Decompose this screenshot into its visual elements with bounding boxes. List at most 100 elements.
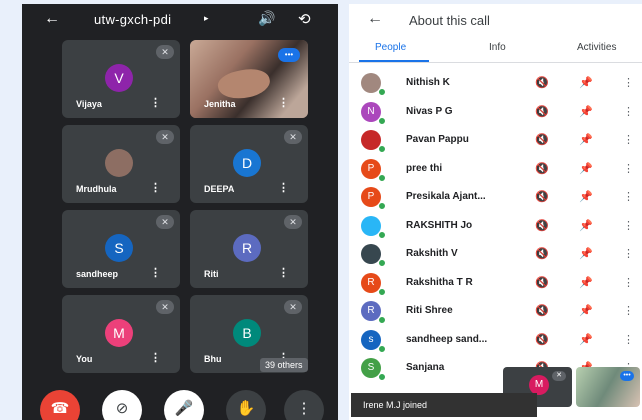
more-vert-icon[interactable]: ⋮ bbox=[150, 351, 161, 364]
more-vert-icon[interactable]: ⋮ bbox=[623, 190, 634, 203]
mic-off-icon: ✕ bbox=[284, 215, 302, 229]
camera-toggle-button[interactable]: ⊘ bbox=[102, 390, 142, 420]
more-vert-icon[interactable]: ⋮ bbox=[623, 133, 634, 146]
more-options-button[interactable]: ⋮ bbox=[284, 390, 324, 420]
mic-off-icon[interactable]: 🔇 bbox=[535, 247, 549, 260]
switch-camera-icon[interactable]: ⟲ bbox=[298, 10, 311, 28]
participant-name: Mrudhula bbox=[76, 184, 117, 194]
more-vert-icon[interactable]: ⋮ bbox=[623, 105, 634, 118]
end-call-button[interactable]: ☎ bbox=[40, 390, 80, 420]
participant-row[interactable]: Pavan Pappu 🔇 📌 ⋮ bbox=[349, 127, 642, 155]
raise-hand-button[interactable]: ✋ bbox=[226, 390, 266, 420]
more-vert-icon: ⋮ bbox=[296, 400, 312, 417]
more-vert-icon[interactable]: ⋮ bbox=[278, 266, 289, 279]
participant-name: Riti bbox=[204, 269, 219, 279]
tab-activities[interactable]: Activities bbox=[577, 42, 616, 53]
online-status-dot bbox=[378, 344, 386, 353]
pin-icon[interactable]: 📌 bbox=[579, 162, 593, 175]
tabs-divider bbox=[349, 62, 642, 63]
participant-name: Bhu bbox=[204, 354, 222, 364]
more-vert-icon[interactable]: ⋮ bbox=[623, 219, 634, 232]
pin-icon[interactable]: 📌 bbox=[579, 190, 593, 203]
participant-row[interactable]: N Nivas P G 🔇 📌 ⋮ bbox=[349, 99, 642, 127]
participant-row[interactable]: s sandheep sand... 🔇 📌 ⋮ bbox=[349, 327, 642, 355]
others-count-pill[interactable]: 39 others bbox=[260, 358, 308, 372]
online-status-dot bbox=[378, 287, 386, 296]
mic-off-icon[interactable]: 🔇 bbox=[535, 190, 549, 203]
more-vert-icon[interactable]: ⋮ bbox=[623, 333, 634, 346]
participant-tile[interactable]: ✕ R Riti ⋮ bbox=[190, 210, 308, 288]
participant-tile[interactable]: ✕ D DEEPA ⋮ bbox=[190, 125, 308, 203]
online-status-dot bbox=[378, 116, 386, 125]
more-vert-icon[interactable]: ⋮ bbox=[623, 304, 634, 317]
mic-off-icon: ✕ bbox=[156, 130, 174, 144]
pin-icon[interactable]: 📌 bbox=[579, 333, 593, 346]
participant-tile[interactable]: ✕ V Vijaya ⋮ bbox=[62, 40, 180, 118]
mic-off-icon: ✕ bbox=[284, 300, 302, 314]
participant-row[interactable]: R Riti Shree 🔇 📌 ⋮ bbox=[349, 298, 642, 326]
mic-off-icon[interactable]: 🔇 bbox=[535, 219, 549, 232]
mic-off-icon[interactable]: 🔇 bbox=[535, 162, 549, 175]
more-vert-icon[interactable]: ⋮ bbox=[150, 96, 161, 109]
self-view-tile[interactable]: ••• bbox=[576, 367, 640, 407]
mic-off-icon[interactable]: 🔇 bbox=[535, 76, 549, 89]
more-vert-icon[interactable]: ⋮ bbox=[623, 276, 634, 289]
mic-off-icon[interactable]: 🔇 bbox=[535, 133, 549, 146]
pin-icon[interactable]: 📌 bbox=[579, 304, 593, 317]
mic-off-icon[interactable]: 🔇 bbox=[535, 276, 549, 289]
online-status-dot bbox=[378, 202, 386, 210]
mic-toggle-button[interactable]: 🎤 bbox=[164, 390, 204, 420]
online-status-dot bbox=[378, 373, 386, 381]
pin-icon[interactable]: 📌 bbox=[579, 247, 593, 260]
avatar: M bbox=[529, 375, 549, 395]
mic-off-icon[interactable]: 🔇 bbox=[535, 105, 549, 118]
tab-people[interactable]: People bbox=[375, 42, 406, 53]
participant-name: RAKSHITH Jo bbox=[406, 219, 473, 231]
avatar: V bbox=[105, 64, 133, 92]
tab-info[interactable]: Info bbox=[489, 42, 506, 53]
mic-off-icon[interactable]: 🔇 bbox=[535, 333, 549, 346]
mic-off-icon: ✕ bbox=[156, 300, 174, 314]
mic-off-icon: ✕ bbox=[552, 371, 566, 381]
camera-off-icon: ⊘ bbox=[115, 400, 129, 417]
more-vert-icon[interactable]: ⋮ bbox=[623, 247, 634, 260]
participant-name: Vijaya bbox=[76, 99, 102, 109]
participant-row[interactable]: P Presikala Ajant... 🔇 📌 ⋮ bbox=[349, 184, 642, 212]
online-status-dot bbox=[378, 173, 386, 182]
participant-name: sandheep bbox=[76, 269, 119, 279]
participant-name: Jenitha bbox=[204, 99, 236, 109]
participant-row[interactable]: Rakshith V 🔇 📌 ⋮ bbox=[349, 241, 642, 269]
pin-icon[interactable]: 📌 bbox=[579, 219, 593, 232]
more-vert-icon[interactable]: ⋮ bbox=[623, 162, 634, 175]
participant-tile[interactable]: ✕ Ssandheep ⋮ bbox=[62, 210, 180, 288]
mic-off-icon[interactable]: 🔇 bbox=[535, 304, 549, 317]
more-vert-icon[interactable]: ⋮ bbox=[278, 181, 289, 194]
mic-off-icon: ✕ bbox=[156, 45, 174, 59]
pin-icon[interactable]: 📌 bbox=[579, 105, 593, 118]
pin-icon[interactable]: 📌 bbox=[579, 76, 593, 89]
more-vert-icon[interactable]: ⋮ bbox=[150, 266, 161, 279]
participant-row[interactable]: Nithish K 🔇 📌 ⋮ bbox=[349, 70, 642, 98]
speaker-icon[interactable]: 🔊 bbox=[258, 10, 275, 27]
participant-row[interactable]: R Rakshitha T R 🔇 📌 ⋮ bbox=[349, 270, 642, 298]
pin-icon[interactable]: 📌 bbox=[579, 133, 593, 146]
participant-name: You bbox=[76, 354, 93, 364]
back-arrow-icon[interactable]: ← bbox=[44, 10, 60, 28]
back-arrow-icon[interactable]: ← bbox=[367, 10, 383, 28]
meeting-code[interactable]: utw-gxch-pdi bbox=[94, 12, 171, 27]
online-status-dot bbox=[378, 145, 386, 153]
caret-right-icon[interactable]: ▸ bbox=[204, 13, 209, 24]
participant-row[interactable]: Ppree thi 🔇 📌 ⋮ bbox=[349, 156, 642, 184]
participant-tile[interactable]: ••• Jenitha ⋮ bbox=[190, 40, 308, 118]
participant-tile[interactable]: ✕ M You ⋮ bbox=[62, 295, 180, 373]
participant-tile[interactable]: ✕ Mrudhula ⋮ bbox=[62, 125, 180, 203]
more-vert-icon[interactable]: ⋮ bbox=[623, 76, 634, 89]
about-call-screen: ← About this call People Info Activities… bbox=[349, 4, 642, 420]
participant-row[interactable]: RAKSHITH Jo 🔇 📌 ⋮ bbox=[349, 213, 642, 241]
avatar: B bbox=[233, 319, 261, 347]
page-title: About this call bbox=[409, 13, 490, 28]
speaking-indicator-icon: ••• bbox=[620, 371, 634, 381]
pin-icon[interactable]: 📌 bbox=[579, 276, 593, 289]
more-vert-icon[interactable]: ⋮ bbox=[150, 181, 161, 194]
more-vert-icon[interactable]: ⋮ bbox=[278, 96, 289, 109]
